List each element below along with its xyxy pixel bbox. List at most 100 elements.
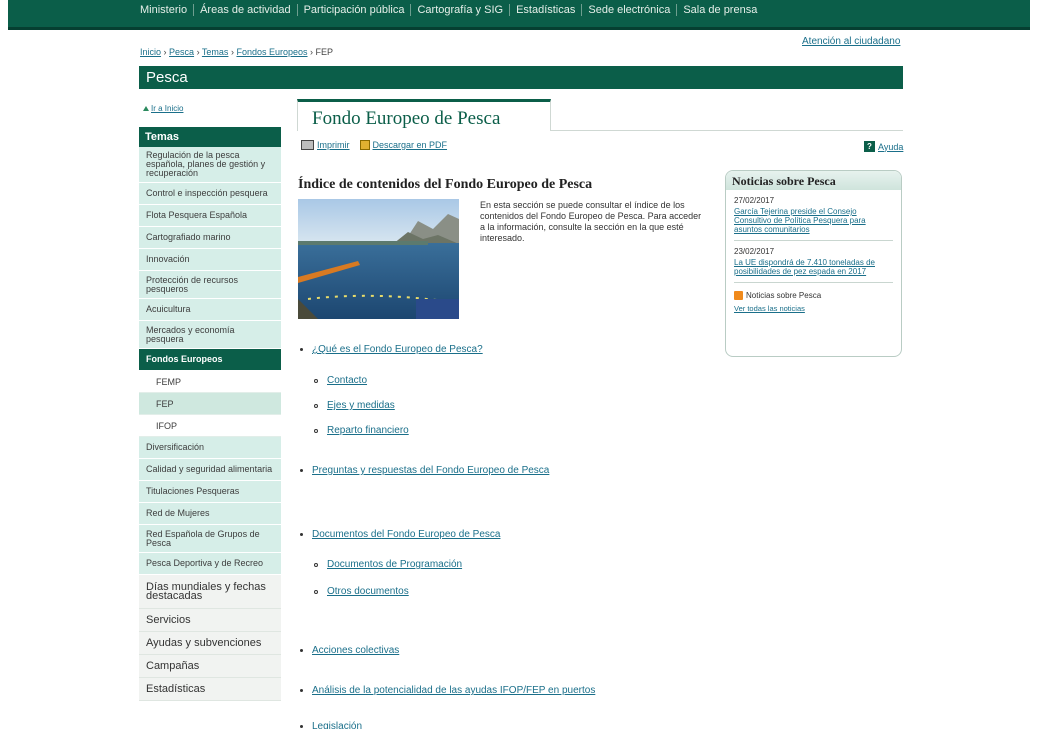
- sidebar-item-campanas[interactable]: Campañas: [139, 655, 281, 678]
- pdf-link[interactable]: Descargar en PDF: [373, 140, 448, 150]
- help-icon: ?: [864, 141, 875, 152]
- bullet-icon: [300, 348, 303, 351]
- ir-inicio-label: Ir a Inicio: [151, 104, 184, 113]
- fish-farm-image: [298, 199, 459, 319]
- topnav-item-prensa[interactable]: Sala de prensa: [677, 4, 763, 16]
- list-item: Análisis de la potencialidad de las ayud…: [300, 685, 595, 696]
- sidebar-item-cartografiado[interactable]: Cartografiado marino: [139, 227, 281, 249]
- sidebar-item-proteccion[interactable]: Protección de recursos pesqueros: [139, 271, 281, 299]
- sidebar-item-estadisticas[interactable]: Estadísticas: [139, 678, 281, 701]
- bullet-icon: [314, 562, 318, 567]
- news-box: Noticias sobre Pesca 27/02/2017 García T…: [725, 170, 902, 357]
- print-link[interactable]: Imprimir: [317, 140, 350, 150]
- list-item: Ejes y medidas: [314, 400, 395, 411]
- sidebar-item-flota[interactable]: Flota Pesquera Española: [139, 205, 281, 227]
- sidebar-item-dias[interactable]: Días mundiales y fechas destacadas: [139, 575, 281, 609]
- breadcrumb-separator: ›: [310, 47, 314, 57]
- help-button[interactable]: ? Ayuda: [864, 141, 903, 152]
- bullet-icon: [314, 428, 318, 433]
- content-link-ejes[interactable]: Ejes y medidas: [327, 400, 395, 411]
- news-link[interactable]: La UE dispondrá de 7.410 toneladas de po…: [734, 258, 893, 276]
- topnav-item-participacion[interactable]: Participación pública: [298, 4, 412, 16]
- sidebar-subitem-femp[interactable]: FEMP: [139, 371, 281, 393]
- news-item: 27/02/2017 García Tejerina preside el Co…: [734, 190, 893, 241]
- atencion-ciudadano-link[interactable]: Atención al ciudadano: [802, 36, 900, 47]
- content-link-preguntas[interactable]: Preguntas y respuestas del Fondo Europeo…: [312, 465, 549, 476]
- ir-inicio-link[interactable]: Ir a Inicio: [143, 104, 183, 113]
- news-box-title: Noticias sobre Pesca: [726, 171, 901, 190]
- list-item: Documentos de Programación: [314, 559, 462, 570]
- fish-farm-photo: [298, 199, 459, 319]
- page-title: Fondo Europeo de Pesca: [312, 108, 501, 129]
- bullet-icon: [314, 589, 318, 594]
- page-title-tab: Fondo Europeo de Pesca: [297, 99, 551, 131]
- sidebar: Temas Regulación de la pesca española, p…: [139, 127, 281, 701]
- topnav-item-cartografia[interactable]: Cartografía y SIG: [411, 4, 511, 16]
- content-link-acciones[interactable]: Acciones colectivas: [312, 645, 399, 656]
- content-link-analisis[interactable]: Análisis de la potencialidad de las ayud…: [312, 685, 595, 696]
- sidebar-item-grupos[interactable]: Red Española de Grupos de Pesca: [139, 525, 281, 553]
- section-title: Pesca: [146, 69, 188, 86]
- bullet-icon: [300, 469, 303, 472]
- sidebar-item-deportiva[interactable]: Pesca Deportiva y de Recreo: [139, 553, 281, 575]
- breadcrumb-pesca[interactable]: Pesca: [169, 47, 194, 57]
- content-link-programacion[interactable]: Documentos de Programación: [327, 559, 462, 570]
- sidebar-item-diversificacion[interactable]: Diversificación: [139, 437, 281, 459]
- content-heading: Índice de contenidos del Fondo Europeo d…: [298, 177, 593, 192]
- topnav-item-ministerio[interactable]: Ministerio: [134, 4, 195, 16]
- content-link-documentos[interactable]: Documentos del Fondo Europeo de Pesca: [312, 529, 500, 540]
- intro-text: En esta sección se puede consultar el ín…: [480, 200, 702, 243]
- sidebar-item-control[interactable]: Control e inspección pesquera: [139, 183, 281, 205]
- bullet-icon: [300, 649, 303, 652]
- news-date: 27/02/2017: [734, 196, 775, 205]
- sidebar-item-fondos[interactable]: Fondos Europeos: [139, 349, 281, 371]
- bullet-icon: [314, 403, 318, 408]
- sidebar-item-regulacion[interactable]: Regulación de la pesca española, planes …: [139, 147, 281, 183]
- topnav-item-sede[interactable]: Sede electrónica: [582, 4, 678, 16]
- content-link-legislacion[interactable]: Legislación: [312, 721, 362, 729]
- list-item: Contacto: [314, 375, 367, 386]
- news-link[interactable]: García Tejerina preside el Consejo Consu…: [734, 207, 893, 234]
- content-link-reparto[interactable]: Reparto financiero: [327, 425, 409, 436]
- top-nav-menu: Ministerio Áreas de actividad Participac…: [134, 4, 763, 16]
- topnav-item-estadisticas[interactable]: Estadísticas: [510, 4, 583, 16]
- sidebar-item-servicios[interactable]: Servicios: [139, 609, 281, 632]
- news-rss-row[interactable]: Noticias sobre Pesca: [734, 291, 893, 300]
- sidebar-item-mujeres[interactable]: Red de Mujeres: [139, 503, 281, 525]
- sidebar-item-ayudas[interactable]: Ayudas y subvenciones: [139, 632, 281, 655]
- breadcrumb: Inicio › Pesca › Temas › Fondos Europeos…: [140, 47, 333, 57]
- topnav-item-areas[interactable]: Áreas de actividad: [194, 4, 298, 16]
- section-title-bar: Pesca: [139, 66, 903, 89]
- rss-icon: [734, 291, 743, 300]
- breadcrumb-separator: ›: [230, 47, 234, 57]
- news-rss-label: Noticias sobre Pesca: [746, 291, 822, 300]
- bullet-icon: [300, 533, 303, 536]
- list-item: ¿Qué es el Fondo Europeo de Pesca?: [300, 344, 483, 355]
- list-item: Documentos del Fondo Europeo de Pesca: [300, 529, 500, 540]
- news-date: 23/02/2017: [734, 247, 775, 256]
- top-navigation-bar: Ministerio Áreas de actividad Participac…: [8, 0, 1030, 30]
- help-link[interactable]: Ayuda: [878, 142, 903, 152]
- printer-icon: [301, 140, 314, 150]
- sidebar-item-acuicultura[interactable]: Acuicultura: [139, 299, 281, 321]
- content-link-que-es[interactable]: ¿Qué es el Fondo Europeo de Pesca?: [312, 344, 483, 355]
- breadcrumb-inicio[interactable]: Inicio: [140, 47, 161, 57]
- sidebar-item-calidad[interactable]: Calidad y seguridad alimentaria: [139, 459, 281, 481]
- sidebar-subitem-fep[interactable]: FEP: [139, 393, 281, 415]
- sidebar-item-innovacion[interactable]: Innovación: [139, 249, 281, 271]
- list-item: Otros documentos: [314, 586, 409, 597]
- sidebar-head: Temas: [139, 127, 281, 147]
- breadcrumb-fondos[interactable]: Fondos Europeos: [236, 47, 307, 57]
- breadcrumb-temas[interactable]: Temas: [202, 47, 229, 57]
- pdf-button[interactable]: Descargar en PDF: [359, 140, 448, 150]
- sidebar-item-titulaciones[interactable]: Titulaciones Pesqueras: [139, 481, 281, 503]
- content-link-contacto[interactable]: Contacto: [327, 375, 367, 386]
- sidebar-subitem-ifop[interactable]: IFOP: [139, 415, 281, 437]
- bullet-icon: [300, 689, 303, 692]
- list-item: Reparto financiero: [314, 425, 409, 436]
- print-button[interactable]: Imprimir: [301, 140, 350, 150]
- all-news-link[interactable]: Ver todas las noticias: [734, 304, 805, 313]
- breadcrumb-separator: ›: [196, 47, 200, 57]
- sidebar-item-mercados[interactable]: Mercados y economía pesquera: [139, 321, 281, 349]
- content-link-otros[interactable]: Otros documentos: [327, 586, 409, 597]
